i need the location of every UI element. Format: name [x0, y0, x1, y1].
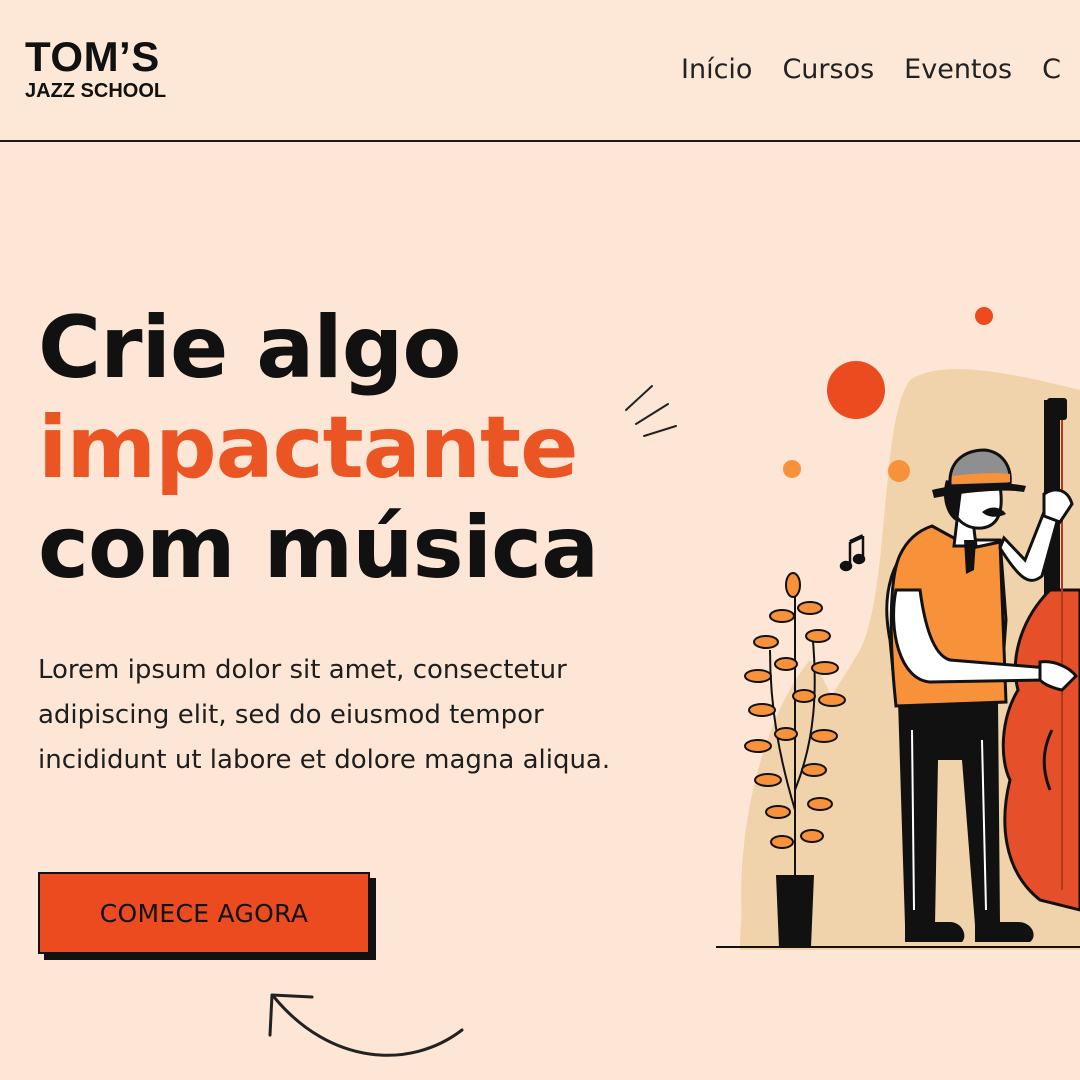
- logo-title: TOM’S: [25, 33, 160, 80]
- logo[interactable]: TOM’S JAZZ SCHOOL: [25, 33, 167, 103]
- start-now-button[interactable]: COMECE AGORA: [38, 872, 370, 954]
- main-nav: Início Cursos Eventos C: [681, 52, 1061, 88]
- plant-pot: [776, 875, 814, 947]
- headline-line-3: com música: [38, 498, 599, 598]
- curved-arrow-icon: [268, 993, 464, 1057]
- logo-subtitle: JAZZ SCHOOL: [25, 80, 167, 102]
- headline-accent: impactante: [38, 398, 578, 498]
- nav-item-inicio[interactable]: Início: [681, 52, 752, 88]
- hero-description: Lorem ipsum dolor sit amet, consectetur …: [38, 655, 611, 775]
- decor-dot: [975, 307, 993, 325]
- sparkle-lines-icon: [625, 385, 677, 437]
- hero-headline: Crie algo impactante com música: [38, 298, 599, 598]
- nav-item-cut-off[interactable]: C: [1042, 52, 1061, 88]
- decor-dot: [827, 361, 885, 419]
- decor-dot: [888, 460, 910, 482]
- headline-line-1: Crie algo: [38, 298, 461, 398]
- music-note-icon: [839, 534, 866, 572]
- decor-dot: [783, 460, 801, 478]
- nav-item-eventos[interactable]: Eventos: [904, 52, 1012, 88]
- nav-item-cursos[interactable]: Cursos: [782, 52, 874, 88]
- jazz-bassist-illustration: [716, 307, 1080, 951]
- site-header: TOM’S JAZZ SCHOOL Início Cursos Eventos …: [0, 0, 1080, 142]
